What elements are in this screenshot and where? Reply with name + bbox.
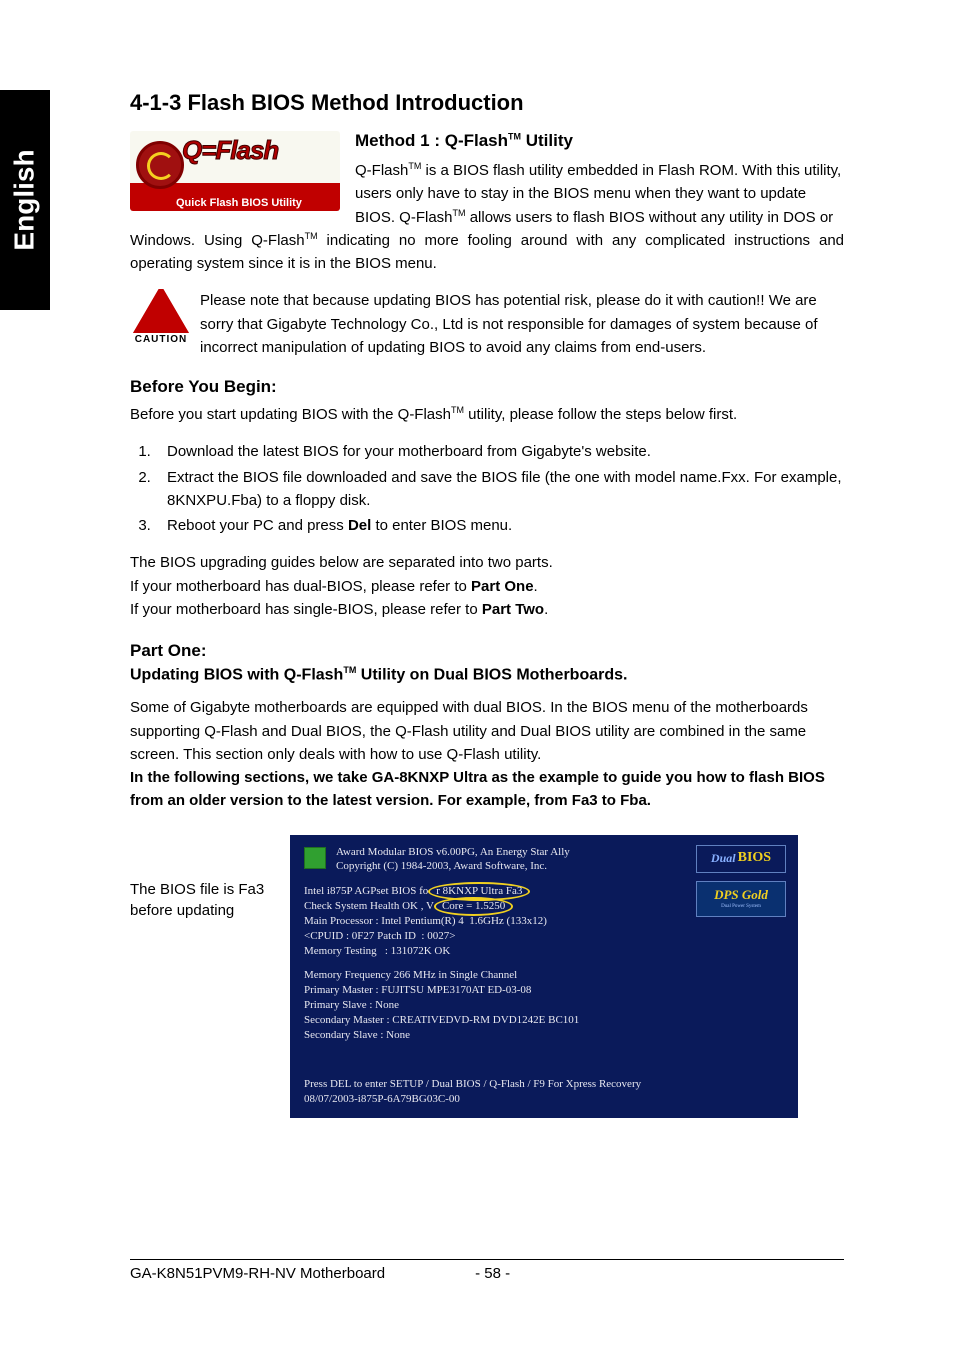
bios-figure: The BIOS file is Fa3 before updating Dua…: [130, 835, 844, 1119]
page-footer: GA-K8N51PVM9-RH-NV Motherboard - 58 -: [130, 1259, 844, 1282]
dual-bios-badge: DualBIOS: [696, 845, 786, 873]
list-item: Reboot your PC and press Del to enter BI…: [155, 514, 844, 537]
warning-triangle-icon: !: [137, 289, 185, 331]
method1-paragraph-cont: Windows. Using Q-FlashTM indicating no m…: [130, 229, 844, 276]
chip-icon: [304, 847, 326, 869]
part-one-bold-note: In the following sections, we take GA-8K…: [130, 766, 844, 813]
guides-line1: The BIOS upgrading guides below are sepa…: [130, 551, 844, 574]
guides-line2: If your motherboard has dual-BIOS, pleas…: [130, 575, 844, 598]
part-one-paragraph: Some of Gigabyte motherboards are equipp…: [130, 696, 844, 766]
qflash-refresh-icon: [136, 141, 184, 189]
caution-icon: ! CAUTION: [130, 289, 192, 345]
document-page: English 4-1-3 Flash BIOS Method Introduc…: [0, 0, 954, 1352]
guides-line3: If your motherboard has single-BIOS, ple…: [130, 598, 844, 621]
bios-footer-block: Press DEL to enter SETUP / Dual BIOS / Q…: [304, 1077, 784, 1107]
before-steps-list: Download the latest BIOS for your mother…: [130, 440, 844, 537]
footer-model: GA-K8N51PVM9-RH-NV Motherboard: [130, 1265, 385, 1282]
footer-page-number: - 58 -: [475, 1265, 510, 1282]
qflash-logo-subtitle: Quick Flash BIOS Utility: [176, 197, 302, 209]
before-heading: Before You Begin:: [130, 377, 844, 397]
qflash-intro-row: Q=Flash Quick Flash BIOS Utility Method …: [130, 131, 844, 229]
language-tab: English: [0, 90, 50, 310]
dps-gold-badge: DPS Gold Dual Power System: [696, 881, 786, 917]
list-item: Download the latest BIOS for your mother…: [155, 440, 844, 463]
caution-text: Please note that because updating BIOS h…: [130, 289, 844, 359]
part-one-heading: Part One:: [130, 641, 844, 661]
bios-badges: DualBIOS DPS Gold Dual Power System: [696, 845, 786, 917]
caution-label: CAUTION: [130, 334, 192, 345]
caution-block: ! CAUTION Please note that because updat…: [130, 289, 844, 359]
section-title: 4-1-3 Flash BIOS Method Introduction: [130, 90, 844, 116]
bios-post-screen: DualBIOS DPS Gold Dual Power System Awar…: [290, 835, 798, 1119]
before-intro: Before you start updating BIOS with the …: [130, 403, 844, 426]
bios-info-block2: Memory Frequency 266 MHz in Single Chann…: [304, 968, 784, 1042]
qflash-logo-text: Q=Flash: [182, 135, 278, 166]
qflash-logo: Q=Flash Quick Flash BIOS Utility: [130, 131, 340, 211]
part-one-subheading: Updating BIOS with Q-FlashTM Utility on …: [130, 665, 844, 684]
language-label: English: [9, 149, 41, 250]
list-item: Extract the BIOS file downloaded and sav…: [155, 466, 844, 513]
bios-callout-text: The BIOS file is Fa3 before updating: [130, 835, 280, 921]
